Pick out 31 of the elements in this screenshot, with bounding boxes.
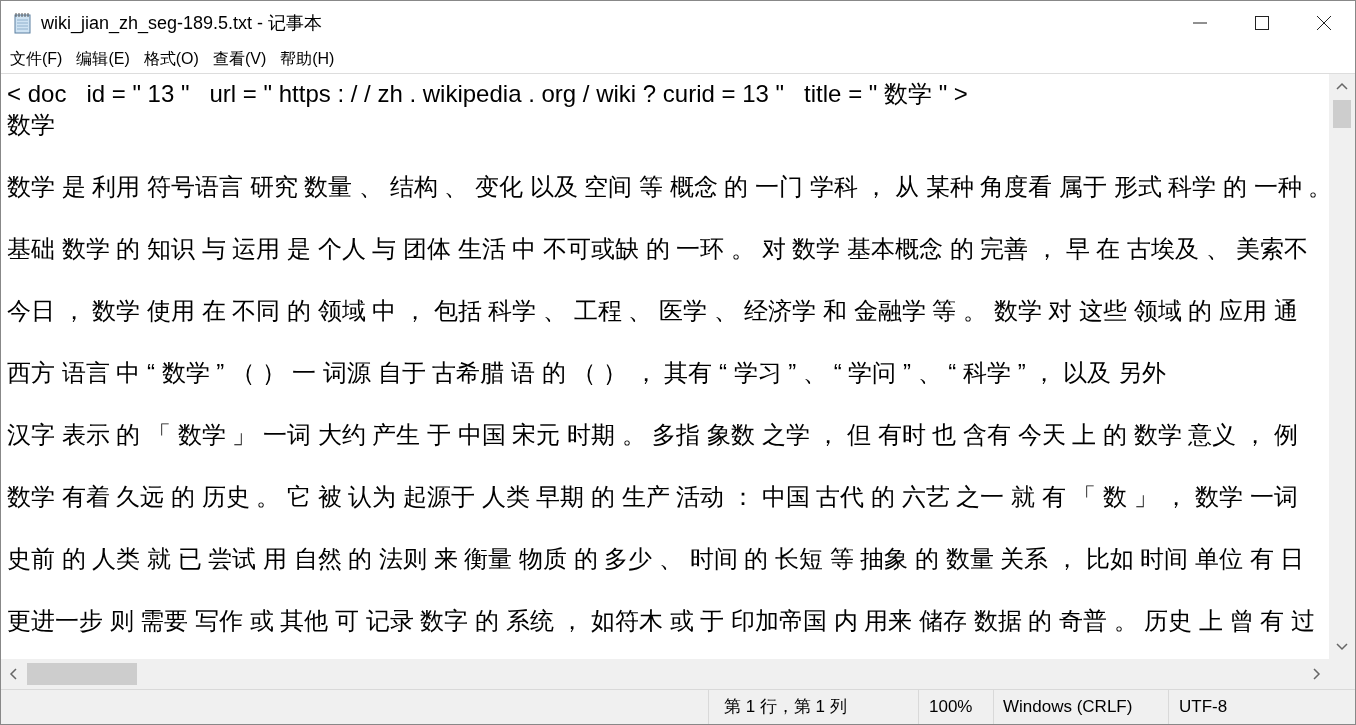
menu-item[interactable]: 查看(V) xyxy=(205,47,274,71)
text-line: 基础 数学 的 知识 与 运用 是 个人 与 团体 生活 中 不可或缺 的 一环 。 对 数学 基本概念 的 完善 ， 早 在 古埃及 、 美索不 xyxy=(7,234,1309,264)
status-text: 第 1 行，第 1 列 xyxy=(724,696,847,719)
text-line: 西方 语言 中 “ 数学 ” （ ） 一 词源 自于 古希腊 语 的 （ ） ， 其有 “ 学习 ” 、 “ 学问 ” 、 “ 科学 ” ， 以及 另外 xyxy=(7,358,1166,388)
scroll-left-icon[interactable] xyxy=(9,668,17,680)
status-text: UTF-8 xyxy=(1179,696,1228,719)
menu-item[interactable]: 编辑(E) xyxy=(69,47,137,71)
close-icon xyxy=(1317,16,1331,30)
text-line: 数学 xyxy=(7,110,55,140)
status-text: 100% xyxy=(929,696,973,719)
text-line: 今日 ， 数学 使用 在 不同 的 领域 中 ， 包括 科学 、 工程 、 医学 、 经济学 和 金融学 等 。 数学 对 这些 领域 的 应用 通 xyxy=(7,296,1298,326)
scroll-thumb[interactable] xyxy=(27,663,137,685)
scroll-thumb[interactable] xyxy=(1333,100,1351,128)
vertical-scrollbar[interactable] xyxy=(1329,74,1355,659)
scroll-right-icon[interactable] xyxy=(1313,668,1321,680)
text-line: 数学 有着 久远 的 历史 。 它 被 认为 起源于 人类 早期 的 生产 活动 ： 中国 古代 的 六艺 之一 就 有 「 数 」 ， 数学 一词 xyxy=(7,482,1298,512)
text-line: 史前 的 人类 就 已 尝试 用 自然 的 法则 来 衡量 物质 的 多少 、 时间 的 长短 等 抽象 的 数量 关系 ， 比如 时间 单位 有 日 xyxy=(7,544,1305,574)
minimize-icon xyxy=(1193,22,1207,24)
maximize-icon xyxy=(1255,16,1269,30)
menu-item[interactable]: 格式(O) xyxy=(136,47,206,71)
text-line: 更进一步 则 需要 写作 或 其他 可 记录 数字 的 系统 ， 如符木 或 于 印加帝国 内 用来 储存 数据 的 奇普 。 历史 上 曾 有 过 xyxy=(7,606,1316,636)
text-line: < doc id = " 13 " url = " https : / / zh . wikipedia . org / wiki ? curid = 13 " title = " 数学 " > xyxy=(7,79,968,109)
scroll-down-icon[interactable] xyxy=(1336,643,1348,651)
text-line: 汉字 表示 的 「 数学 」 一词 大约 产生 于 中国 宋元 时期 。 多指 象数 之学 ， 但 有时 也 含有 今天 上 的 数学 意义 ， 例 xyxy=(7,420,1298,450)
status-text: Windows (CRLF) xyxy=(1003,696,1133,719)
scroll-up-icon[interactable] xyxy=(1336,82,1348,90)
menu-item[interactable]: 帮助(H) xyxy=(273,47,342,71)
menu-item[interactable]: 文件(F) xyxy=(3,47,70,71)
text-line: 数学 是 利用 符号语言 研究 数量 、 结构 、 变化 以及 空间 等 概念 的 一门 学科 ， 从 某种 角度看 属于 形式 科学 的 一种 。 xyxy=(7,172,1329,202)
notepad-icon xyxy=(13,12,33,34)
window-title: wiki_jian_zh_seg-189.5.txt - 记事本 xyxy=(41,11,323,36)
